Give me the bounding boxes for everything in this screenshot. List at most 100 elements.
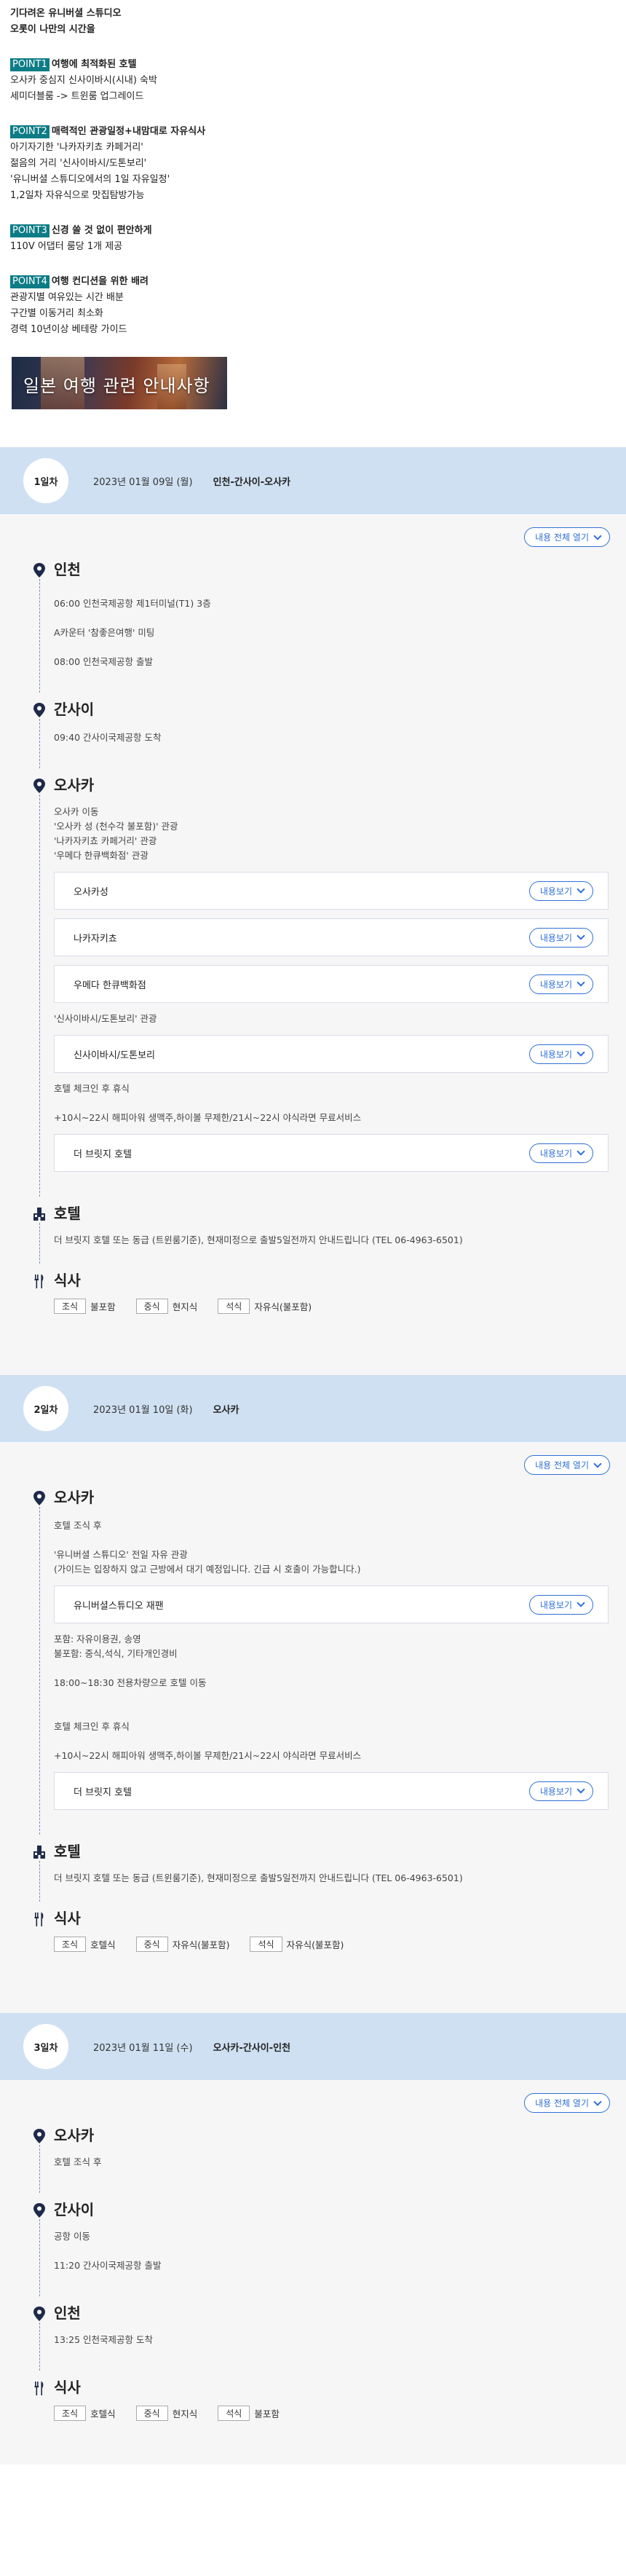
dinner-tag: 석식 [250,1937,282,1952]
breakfast-tag: 조식 [54,2406,87,2421]
point-block-1: POINT1 여행에 최적화된 호텔 오사카 중심지 신사이바시(시내) 숙박 세… [10,57,616,105]
meal-row: 조식 불포함 중식 현지식 석식 자유식(불포함) [54,1299,609,1314]
hotel-icon [33,1846,45,1859]
day-route: 인천-간사이-오사카 [213,476,291,488]
lunch-value: 자유식(불포함) [172,1939,230,1950]
schedule-line: +10시~22시 해피아워 생맥주,하이볼 무제한/21시~22시 야식라면 무… [54,1112,362,1123]
chevron-down-icon [577,885,585,894]
schedule-line: 호텔 체크인 후 휴식 [54,1721,130,1732]
day-header: 2일차 2023년 01월 10일 (화) 오사카 [0,1375,626,1442]
day-date: 2023년 01월 11일 (수) [93,2042,193,2054]
day-2-section: 2일차 2023년 01월 10일 (화) 오사카 내용 전체 열기 오사카 호… [0,1375,626,2013]
breakfast-value: 불포함 [90,1301,116,1312]
view-details-button[interactable]: 내용보기 [528,881,593,901]
schedule-line: 공항 이동 [54,2231,90,2242]
map-pin-icon [33,1491,45,1505]
stop-title: 호텔 [54,1205,81,1222]
timeline-stop-incheon: 인천 06:00 인천국제공항 제1터미널(T1) 3층 A카운터 '참좋은여행… [33,560,609,693]
schedule-line: 08:00 인천국제공항 출발 [54,656,153,667]
utensils-icon [34,2382,44,2395]
stop-title: 간사이 [54,701,95,718]
point-line: 110V 어댑터 룸당 1개 제공 [10,241,123,252]
day-3-section: 3일차 2023년 01월 11일 (수) 오사카-간사이-인천 내용 전체 열… [0,2013,626,2465]
point-line: 1,2일차 자유식으로 맛집탐방가능 [10,190,145,201]
view-details-button[interactable]: 내용보기 [528,1594,593,1615]
lunch-value: 현지식 [172,1301,198,1312]
chevron-down-icon [577,978,585,987]
stop-title: 오사카 [54,776,95,794]
attraction-name: 신사이바시/도톤보리 [74,1049,156,1061]
breakfast-value: 호텔식 [90,2408,116,2419]
point-title: 매력적인 관광일정+내맘대로 자유식사 [51,126,206,137]
schedule-line: '유니버셜 스튜디오' 전일 자유 관광 [54,1549,188,1560]
dinner-tag: 석식 [218,1299,250,1314]
map-pin-icon [33,703,45,717]
breakfast-value: 호텔식 [90,1939,116,1950]
hotel-name: 더 브릿지 호텔 [74,1149,132,1160]
stop-title: 간사이 [54,2201,95,2218]
stop-title: 식사 [54,1272,81,1289]
map-pin-icon [33,2307,45,2321]
attraction-card: 오사카성 내용보기 [54,872,609,910]
timeline-stop-incheon: 인천 13:25 인천국제공항 도착 [33,2304,609,2371]
chevron-down-icon [577,1147,585,1156]
timeline-stop-kansai: 간사이 09:40 간사이국제공항 도착 [33,700,609,768]
intro-section: 기다려온 유니버셜 스튜디오 오롯이 나만의 시간을 POINT1 여행에 최적화… [0,0,626,338]
view-details-button[interactable]: 내용보기 [528,974,593,994]
view-details-button[interactable]: 내용보기 [528,927,593,948]
stop-title: 인천 [54,2304,81,2322]
stop-title: 오사카 [54,1489,95,1506]
chevron-down-icon [593,1459,602,1468]
schedule-line: A카운터 '참좋은여행' 미팅 [54,627,155,638]
day-route: 오사카-간사이-인천 [213,2042,291,2054]
schedule-line: 호텔 조식 후 [54,2156,102,2167]
point-title: 여행에 최적화된 호텔 [51,59,137,70]
dinner-value: 자유식(불포함) [254,1301,312,1312]
open-all-button[interactable]: 내용 전체 열기 [524,527,610,547]
attraction-name: 우메다 한큐백화점 [74,980,146,991]
point-title: 신경 쓸 것 없이 편안하게 [51,225,152,236]
schedule-line: 오사카 이동 [54,806,99,817]
timeline-stop-osaka: 오사카 호텔 조식 후 [33,2126,609,2193]
point-line: 경력 10년이상 베테랑 가이드 [10,324,127,335]
point-block-2: POINT2 매력적인 관광일정+내맘대로 자유식사 아기자기한 '나카자키쵸 카… [10,124,616,204]
intro-subtitle: 오롯이 나만의 시간을 [10,24,95,35]
day-1-section: 1일차 2023년 01월 09일 (월) 인천-간사이-오사카 내용 전체 열… [0,447,626,1375]
schedule-line: 09:40 간사이국제공항 도착 [54,732,162,743]
schedule-line: 06:00 인천국제공항 제1터미널(T1) 3층 [54,598,211,609]
point-line: 관광지별 여유있는 시간 배분 [10,292,124,303]
attraction-card: 유니버셜스튜디오 재팬 내용보기 [54,1586,609,1623]
timeline-meal: 식사 조식 호텔식 중식 자유식(불포함) 석식 자유식(불포함) [34,1909,609,1952]
point-tag: POINT2 [10,125,49,138]
timeline-stop-osaka: 오사카 오사카 이동 '오사카 성 (천수각 불포함)' 관광 '나카자키쵸 카… [33,776,609,1197]
open-all-button[interactable]: 내용 전체 열기 [524,2093,610,2113]
point-tag: POINT1 [10,58,49,71]
japan-travel-notice-banner[interactable]: 일본 여행 관련 안내사항 [12,357,227,409]
open-all-button[interactable]: 내용 전체 열기 [524,1455,610,1475]
chevron-down-icon [577,1785,585,1794]
meal-row: 조식 호텔식 중식 현지식 석식 불포함 [54,2406,609,2421]
point-block-4: POINT4 여행 컨디션을 위한 배려 관광지별 여유있는 시간 배분 구간별 … [10,274,616,338]
day-date: 2023년 01월 10일 (화) [93,1404,193,1416]
schedule-line: 호텔 조식 후 [54,1520,102,1531]
map-pin-icon [33,2129,45,2143]
timeline-hotel: 호텔 더 브릿지 호텔 또는 동급 (트윈룸기준), 현재미정으로 출발5일전까… [33,1204,609,1264]
day-header: 1일차 2023년 01월 09일 (월) 인천-간사이-오사카 [0,447,626,514]
utensils-icon [34,1275,44,1288]
banner-text: 일본 여행 관련 안내사항 [23,376,210,396]
intro-title: 기다려온 유니버셜 스튜디오 [10,8,122,19]
schedule-line: '신사이바시/도톤보리' 관광 [54,1013,157,1024]
hotel-card: 더 브릿지 호텔 내용보기 [54,1134,609,1172]
view-details-button[interactable]: 내용보기 [528,1143,593,1163]
stop-title: 식사 [54,1910,81,1927]
point-line: 오사카 중심지 신사이바시(시내) 숙박 [10,75,157,86]
day-badge: 2일차 [23,1386,68,1431]
point-tag: POINT4 [10,275,49,288]
view-details-button[interactable]: 내용보기 [528,1781,593,1801]
day-badge: 1일차 [23,458,68,503]
point-line: 구간별 이동거리 최소화 [10,308,103,319]
timeline: 인천 06:00 인천국제공항 제1터미널(T1) 3층 A카운터 '참좋은여행… [0,560,626,1314]
view-details-button[interactable]: 내용보기 [528,1044,593,1064]
utensils-icon [34,1913,44,1926]
lunch-tag: 중식 [135,2406,168,2421]
